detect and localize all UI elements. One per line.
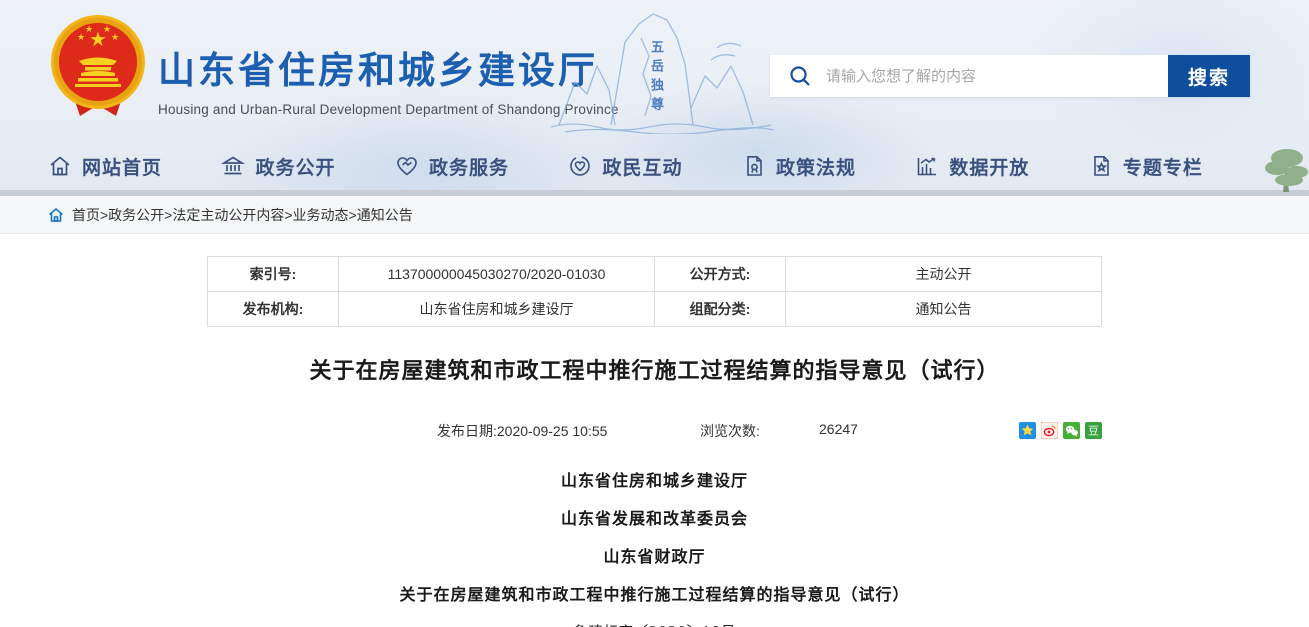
document-number: 鲁建标字〔2020〕19号 [207,615,1102,627]
main-navigation: 网站首页 政务公开 政务服务 [48,140,1203,192]
policy-document-icon [742,154,766,178]
nav-item-public-interaction[interactable]: 政民互动 [568,153,682,180]
table-row: 索引号: 113700000045030270/2020-01030 公开方式:… [208,257,1102,292]
meta-value-issuing-agency: 山东省住房和城乡建设厅 [339,292,655,327]
body-line-agency-2: 山东省发展和改革委员会 [207,501,1102,539]
meta-value-index: 113700000045030270/2020-01030 [339,257,655,292]
breadcrumb-home-icon[interactable] [48,207,64,223]
heart-chat-icon [568,154,592,178]
breadcrumb-bar: 首页>政务公开>法定主动公开内容>业务动态>通知公告 [0,196,1309,234]
svg-text:★: ★ [85,24,93,34]
document-meta-table: 索引号: 113700000045030270/2020-01030 公开方式:… [207,256,1102,327]
views-count: 26247 [819,421,858,437]
handshake-icon [395,154,419,178]
svg-text:★: ★ [77,32,85,42]
table-row: 发布机构: 山东省住房和城乡建设厅 组配分类: 通知公告 [208,292,1102,327]
nav-item-label: 政务公开 [255,153,335,180]
article-body: 山东省住房和城乡建设厅 山东省发展和改革委员会 山东省财政厅 关于在房屋建筑和市… [207,463,1102,627]
meta-value-category: 通知公告 [786,292,1102,327]
qzone-share-icon[interactable] [1019,422,1036,439]
article-content: 索引号: 113700000045030270/2020-01030 公开方式:… [207,234,1102,627]
weibo-share-icon[interactable] [1041,422,1058,439]
bank-icon [221,154,245,178]
nav-item-label: 政策法规 [776,153,856,180]
home-icon [48,154,72,178]
body-line-document-title: 关于在房屋建筑和市政工程中推行施工过程结算的指导意见（试行） [207,577,1102,615]
breadcrumb[interactable]: 首页>政务公开>法定主动公开内容>业务动态>通知公告 [72,205,413,225]
nav-item-gov-services[interactable]: 政务服务 [395,153,509,180]
nav-item-home[interactable]: 网站首页 [48,153,162,180]
wechat-share-icon[interactable] [1063,422,1080,439]
svg-text:★: ★ [111,32,119,42]
star-page-icon [1089,154,1113,178]
search-icon [770,64,826,88]
search-bar: 搜索 [770,55,1250,97]
meta-label-category: 组配分类: [655,292,786,327]
bar-chart-icon [915,154,939,178]
nav-item-open-data[interactable]: 数据开放 [915,153,1029,180]
svg-text:豆: 豆 [1088,426,1099,438]
meta-value-disclosure-method: 主动公开 [786,257,1102,292]
nav-item-label: 专题专栏 [1123,153,1203,180]
search-button[interactable]: 搜索 [1168,55,1250,97]
nav-item-label: 网站首页 [82,153,162,180]
national-emblem-logo: ★ ★ ★ ★ ★ [48,12,148,127]
nav-item-label: 数据开放 [949,153,1029,180]
mountain-caption-text: 五岳独尊 [648,40,664,116]
nav-item-label: 政民互动 [602,153,682,180]
nav-item-gov-disclosure[interactable]: 政务公开 [221,153,335,180]
meta-label-index: 索引号: [208,257,339,292]
body-line-agency-3: 山东省财政厅 [207,539,1102,577]
pine-tree-watercolor-art [1243,128,1309,199]
meta-label-issuing-agency: 发布机构: [208,292,339,327]
meta-label-disclosure-method: 公开方式: [655,257,786,292]
search-input[interactable] [826,56,1168,96]
nav-item-label: 政务服务 [429,153,509,180]
douban-share-icon[interactable]: 豆 [1085,422,1102,439]
svg-text:★: ★ [103,24,111,34]
nav-item-special-topics[interactable]: 专题专栏 [1089,153,1203,180]
views-label: 浏览次数: [700,421,760,441]
nav-item-policies[interactable]: 政策法规 [742,153,856,180]
share-buttons: 豆 [1019,422,1102,439]
body-line-agency-1: 山东省住房和城乡建设厅 [207,463,1102,501]
article-meta-row: 发布日期:2020-09-25 10:55 浏览次数: 26247 [207,421,1102,443]
publish-date: 发布日期:2020-09-25 10:55 [437,421,607,441]
page-title: 关于在房屋建筑和市政工程中推行施工过程结算的指导意见（试行） [207,353,1102,385]
site-header: ★ ★ ★ ★ ★ 山东省住房和城乡建设厅 Housing and Urban-… [0,0,1309,196]
